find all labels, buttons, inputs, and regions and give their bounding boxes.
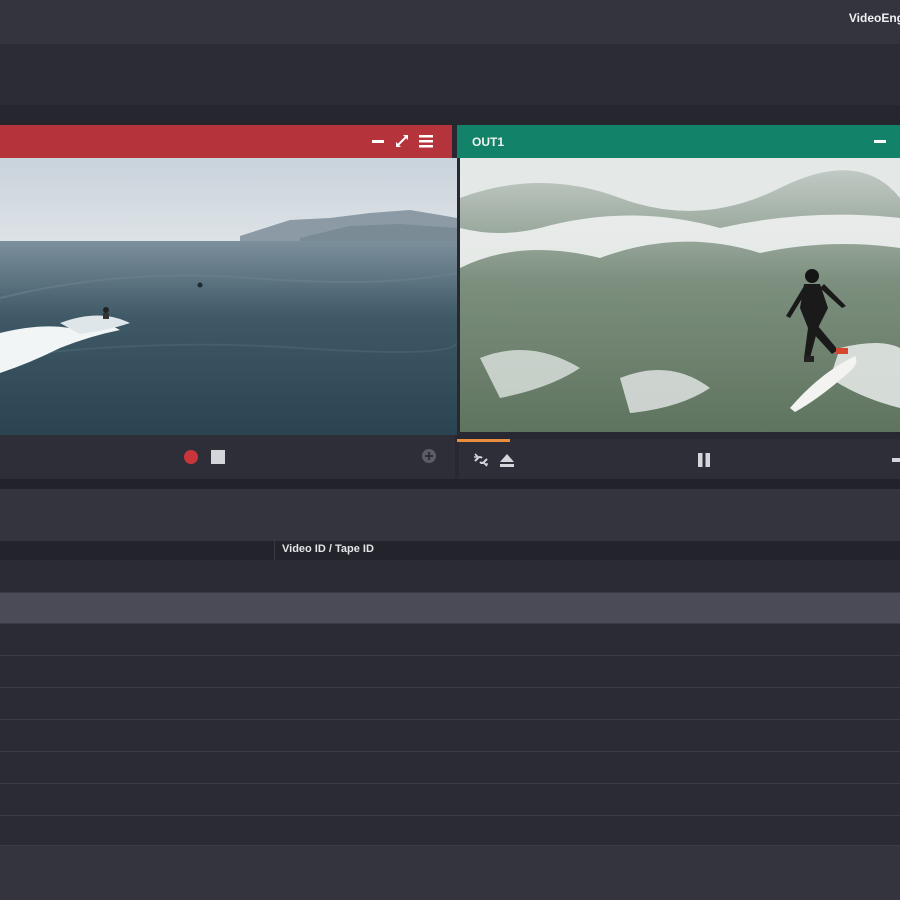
section-divider <box>0 479 900 489</box>
app-title: VideoEng <box>848 11 900 25</box>
table-header: Video ID / Tape ID <box>0 541 900 560</box>
pause-icon[interactable] <box>696 452 712 468</box>
table-row[interactable] <box>0 560 900 593</box>
title-bar: VideoEng <box>0 0 900 44</box>
table-row[interactable] <box>0 816 900 846</box>
record-video-preview <box>0 158 457 435</box>
table-row-selected[interactable] <box>0 593 900 624</box>
minimize-icon[interactable] <box>872 133 888 149</box>
add-icon[interactable] <box>421 448 437 464</box>
table-row[interactable] <box>0 720 900 752</box>
menu-icon[interactable] <box>418 133 434 149</box>
panel-gap <box>0 105 900 125</box>
table-row[interactable] <box>0 784 900 816</box>
fullscreen-icon[interactable] <box>894 133 900 149</box>
toolbar <box>0 44 900 105</box>
ocean-surf-frame <box>0 158 457 435</box>
output-video-preview <box>460 158 900 432</box>
bottom-panel <box>0 846 900 900</box>
table-row[interactable] <box>0 752 900 784</box>
volume-icon[interactable] <box>892 454 900 466</box>
list-toolbar <box>0 489 900 541</box>
record-controls <box>0 435 455 479</box>
table-row[interactable] <box>0 688 900 720</box>
stop-icon[interactable] <box>211 450 225 464</box>
minimize-icon[interactable] <box>370 133 386 149</box>
output-controls <box>459 442 900 479</box>
output-panel-title: OUT1 <box>472 135 505 149</box>
table-row[interactable] <box>0 624 900 656</box>
column-header-video-id[interactable]: Video ID / Tape ID <box>282 543 374 555</box>
fullscreen-icon[interactable] <box>394 133 410 149</box>
river-surf-frame <box>460 158 900 432</box>
record-panel-header <box>0 125 452 158</box>
unlink-icon[interactable] <box>472 451 490 469</box>
eject-icon[interactable] <box>499 452 515 468</box>
record-icon[interactable] <box>184 450 198 464</box>
table-row[interactable] <box>0 656 900 688</box>
output-panel-header: OUT1 <box>457 125 900 158</box>
column-divider[interactable] <box>274 541 275 560</box>
